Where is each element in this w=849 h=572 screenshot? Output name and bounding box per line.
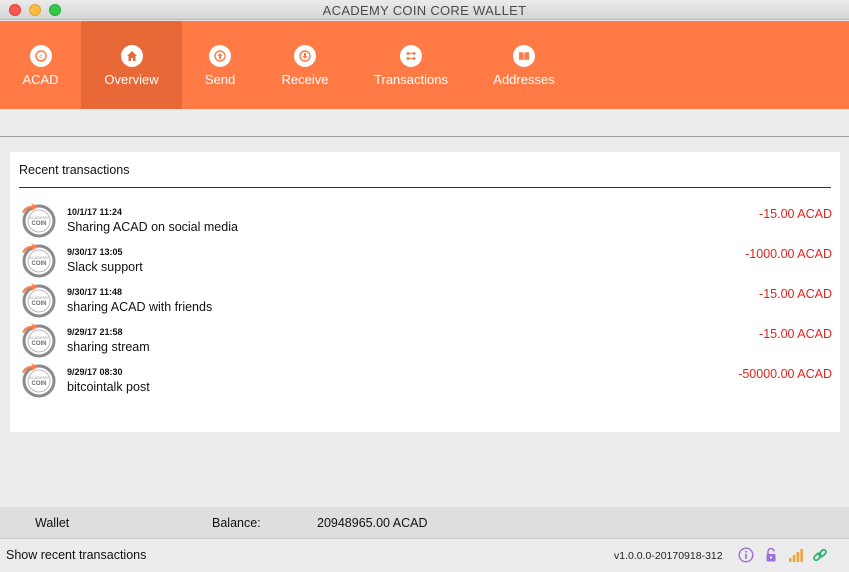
transaction-amount: -15.00 ACAD (759, 327, 832, 341)
svg-text:ACADEMY: ACADEMY (29, 255, 49, 260)
unlocked-lock-icon[interactable] (763, 547, 779, 563)
window-title: ACADEMY COIN CORE WALLET (322, 3, 527, 18)
transaction-row[interactable]: ACADEMY COIN 9/29/17 08:30 bitcointalk p… (20, 362, 832, 402)
academy-coin-logo-icon: C (29, 45, 52, 67)
svg-text:COIN: COIN (32, 221, 47, 227)
transaction-label: Slack support (67, 260, 143, 274)
academy-coin-icon: ACADEMY COIN (22, 243, 56, 278)
transaction-date: 9/29/17 08:30 (67, 367, 123, 377)
transaction-row[interactable]: ACADEMY COIN 9/30/17 11:48 sharing ACAD … (20, 282, 832, 322)
toolbar-separator (0, 109, 849, 137)
balance-bar: Wallet Balance: 20948965.00 ACAD (0, 507, 849, 538)
divider (19, 187, 831, 188)
tab-acad[interactable]: C ACAD (0, 21, 81, 109)
tab-receive[interactable]: Receive (258, 21, 352, 109)
status-bar: Show recent transactions v1.0.0.0-201709… (0, 538, 849, 572)
transactions-icon (400, 45, 422, 67)
transaction-label: Sharing ACAD on social media (67, 220, 238, 234)
wallet-label: Wallet (35, 516, 70, 530)
title-bar: ACADEMY COIN CORE WALLET (0, 0, 849, 20)
svg-text:ACADEMY: ACADEMY (29, 295, 49, 300)
recent-transactions-panel: Recent transactions ACADEMY COIN 10/1/17… (10, 152, 840, 432)
transaction-date: 9/30/17 11:48 (67, 287, 123, 297)
tab-label: ACAD (22, 72, 59, 87)
transaction-date: 9/29/17 21:58 (67, 327, 123, 337)
transaction-label: bitcointalk post (67, 380, 150, 394)
tab-send[interactable]: Send (182, 21, 258, 109)
transaction-row[interactable]: ACADEMY COIN 9/29/17 21:58 sharing strea… (20, 322, 832, 362)
transaction-amount: -15.00 ACAD (759, 207, 832, 221)
receive-arrow-down-icon (294, 45, 316, 67)
status-message: Show recent transactions (6, 548, 147, 562)
academy-coin-icon: ACADEMY COIN (22, 283, 56, 318)
academy-coin-icon: ACADEMY COIN (22, 363, 56, 398)
transaction-amount: -1000.00 ACAD (745, 247, 832, 261)
transaction-amount: -15.00 ACAD (759, 287, 832, 301)
network-signal-icon[interactable] (788, 547, 804, 563)
tab-label: Send (204, 72, 236, 87)
tab-label: Receive (281, 72, 329, 87)
transaction-label: sharing stream (67, 340, 150, 354)
tab-overview[interactable]: Overview (81, 21, 182, 109)
panel-title: Recent transactions (19, 163, 130, 177)
send-arrow-up-icon (209, 45, 231, 67)
svg-text:ACADEMY: ACADEMY (29, 375, 49, 380)
svg-text:COIN: COIN (32, 341, 47, 347)
tab-addresses[interactable]: Addresses (470, 21, 578, 109)
transaction-date: 9/30/17 13:05 (67, 247, 123, 257)
academy-coin-icon: ACADEMY COIN (22, 323, 56, 358)
balance-value: 20948965.00 ACAD (317, 516, 428, 530)
tab-label: Transactions (374, 72, 448, 87)
svg-text:C: C (39, 54, 43, 59)
transaction-row[interactable]: ACADEMY COIN 10/1/17 11:24 Sharing ACAD … (20, 202, 832, 242)
info-icon[interactable] (738, 547, 754, 563)
transaction-date: 10/1/17 11:24 (67, 207, 123, 217)
svg-text:ACADEMY: ACADEMY (29, 335, 49, 340)
tab-transactions[interactable]: Transactions (352, 21, 470, 109)
transaction-label: sharing ACAD with friends (67, 300, 213, 314)
svg-text:ACADEMY: ACADEMY (29, 215, 49, 220)
address-book-icon (513, 45, 535, 67)
home-icon (120, 45, 143, 67)
transaction-row[interactable]: ACADEMY COIN 9/30/17 13:05 Slack support… (20, 242, 832, 282)
tab-label: Addresses (493, 72, 555, 87)
svg-text:COIN: COIN (32, 301, 47, 307)
sync-link-icon[interactable] (812, 547, 828, 563)
svg-text:COIN: COIN (32, 381, 47, 387)
transaction-amount: -50000.00 ACAD (738, 367, 832, 381)
balance-label: Balance: (212, 516, 261, 530)
version-label: v1.0.0.0-20170918-312 (614, 550, 723, 562)
academy-coin-icon: ACADEMY COIN (22, 203, 56, 238)
main-toolbar: C ACAD Overview Send Receive Transaction… (0, 21, 849, 109)
svg-text:COIN: COIN (32, 261, 47, 267)
tab-label: Overview (104, 72, 159, 87)
